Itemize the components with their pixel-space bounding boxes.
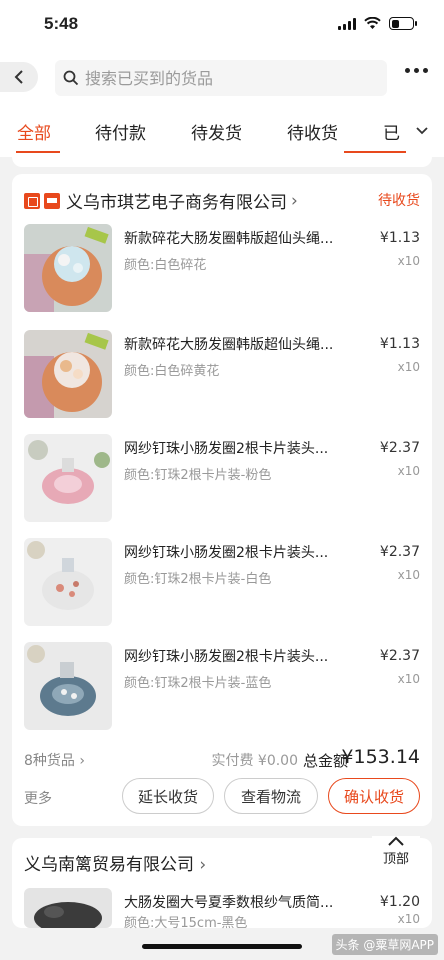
order-item[interactable]: 新款碎花大肠发圈韩版超仙头绳... 颜色:白色碎花 ¥1.13 x10: [12, 224, 432, 320]
item-title: 网纱钉珠小肠发圈2根卡片装头...: [124, 441, 329, 457]
status-bar: 5:48: [0, 0, 444, 50]
chevron-right-icon: ›: [291, 190, 298, 211]
back-to-top-label: 顶部: [382, 852, 409, 867]
search-icon: [63, 70, 79, 86]
item-spec: 颜色:钉珠2根卡片装-粉色: [124, 468, 272, 483]
item-quantity: x10: [397, 360, 420, 374]
tab-pending-payment[interactable]: 待付款: [95, 119, 146, 144]
watermark-text: 头条 @粟草网APP: [331, 934, 438, 955]
shop-badge-icon: [24, 192, 40, 209]
item-quantity: x10: [397, 464, 420, 478]
item-title: 网纱钉珠小肠发圈2根卡片装头...: [124, 649, 329, 665]
tab-all[interactable]: 全部: [17, 119, 51, 144]
item-quantity: x10: [397, 568, 420, 582]
shop-store-icon: [44, 192, 60, 209]
order-item[interactable]: 网纱钉珠小肠发圈2根卡片装头... 颜色:钉珠2根卡片装-蓝色 ¥2.37 x1…: [12, 642, 432, 738]
item-price: ¥1.13: [379, 336, 420, 352]
cellular-signal-icon: [338, 17, 356, 30]
tab-indicator-secondary: [344, 151, 406, 153]
home-indicator: [142, 944, 302, 949]
tab-completed[interactable]: 已: [383, 119, 400, 144]
product-thumbnail: [24, 888, 112, 928]
back-button[interactable]: [0, 62, 38, 92]
item-title: 新款碎花大肠发圈韩版超仙头绳...: [124, 231, 334, 247]
more-actions-link[interactable]: 更多: [24, 788, 52, 808]
tabs-expand-chevron-icon[interactable]: [416, 123, 428, 139]
status-icons: [338, 17, 417, 30]
item-spec: 颜色:钉珠2根卡片装-蓝色: [124, 676, 272, 691]
item-title: 新款碎花大肠发圈韩版超仙头绳...: [124, 337, 334, 353]
active-tab-indicator: [16, 151, 60, 153]
search-input[interactable]: [85, 68, 365, 88]
search-box[interactable]: [55, 60, 387, 96]
order-summary: 8种货品 › 实付费 ¥0.00 总金额 ¥153.14: [12, 744, 432, 774]
item-quantity: x10: [397, 672, 420, 686]
order-item[interactable]: 新款碎花大肠发圈韩版超仙头绳... 颜色:白色碎黄花 ¥1.13 x10: [12, 330, 432, 426]
item-price: ¥2.37: [379, 440, 420, 456]
shop-name: 义乌南篱贸易有限公司: [24, 855, 194, 875]
order-item[interactable]: 网纱钉珠小肠发圈2根卡片装头... 颜色:钉珠2根卡片装-粉色 ¥2.37 x1…: [12, 434, 432, 530]
order-card: 义乌市琪艺电子商务有限公司 › 待收货 新款碎花大肠发圈韩版超仙头绳... 颜色…: [12, 174, 432, 826]
item-quantity: x10: [397, 912, 420, 926]
chevron-right-icon: ›: [199, 855, 207, 875]
status-time: 5:48: [44, 14, 79, 33]
total-amount: ¥153.14: [341, 746, 420, 768]
chevron-up-icon: [388, 836, 404, 846]
view-logistics-button[interactable]: 查看物流: [224, 778, 318, 814]
order-card: 义乌南篱贸易有限公司 › 大肠发圈大号夏季数根纱气质简... 颜色:大号15cm…: [12, 838, 432, 931]
more-options-button[interactable]: [405, 68, 428, 73]
shop-header[interactable]: 义乌南篱贸易有限公司 ›: [24, 850, 206, 875]
product-thumbnail: [24, 224, 112, 312]
previous-card-edge: [12, 157, 432, 167]
item-spec: 颜色:白色碎黄花: [124, 364, 220, 379]
tab-pending-shipment[interactable]: 待发货: [191, 119, 242, 144]
wifi-icon: [364, 17, 381, 29]
item-price: ¥2.37: [379, 544, 420, 560]
product-thumbnail: [24, 434, 112, 522]
tab-pending-receipt[interactable]: 待收货: [287, 119, 338, 144]
battery-icon: [389, 17, 417, 30]
item-spec: 颜色:大号15cm-黑色: [124, 916, 248, 931]
item-spec: 颜色:白色碎花: [124, 258, 207, 273]
item-price: ¥2.37: [379, 648, 420, 664]
item-quantity: x10: [397, 254, 420, 268]
product-thumbnail: [24, 642, 112, 730]
order-item[interactable]: 大肠发圈大号夏季数根纱气质简... 颜色:大号15cm-黑色 ¥1.20 x10: [12, 888, 432, 931]
item-title: 网纱钉珠小肠发圈2根卡片装头...: [124, 545, 329, 561]
product-thumbnail: [24, 330, 112, 418]
shop-header[interactable]: 义乌市琪艺电子商务有限公司 ›: [24, 188, 298, 213]
extend-receipt-button[interactable]: 延长收货: [122, 778, 214, 814]
item-spec: 颜色:钉珠2根卡片装-白色: [124, 572, 272, 587]
order-tabs: 全部 待付款 待发货 待收货 已: [0, 105, 444, 157]
search-row: [0, 50, 444, 105]
shop-name: 义乌市琪艺电子商务有限公司: [66, 193, 287, 213]
order-item[interactable]: 网纱钉珠小肠发圈2根卡片装头... 颜色:钉珠2根卡片装-白色 ¥2.37 x1…: [12, 538, 432, 634]
chevron-left-icon: [14, 70, 23, 84]
back-to-top-button[interactable]: 顶部: [372, 836, 420, 880]
order-status: 待收货: [378, 193, 420, 209]
product-thumbnail: [24, 538, 112, 626]
confirm-receipt-button[interactable]: 确认收货: [328, 778, 420, 814]
item-price: ¥1.13: [379, 230, 420, 246]
order-actions: 更多 延长收货 查看物流 确认收货: [12, 778, 432, 818]
shipping-fee: 实付费 ¥0.00: [211, 753, 298, 769]
item-title: 大肠发圈大号夏季数根纱气质简...: [124, 895, 334, 911]
item-count-link[interactable]: 8种货品 ›: [24, 750, 85, 770]
item-price: ¥1.20: [379, 894, 420, 910]
